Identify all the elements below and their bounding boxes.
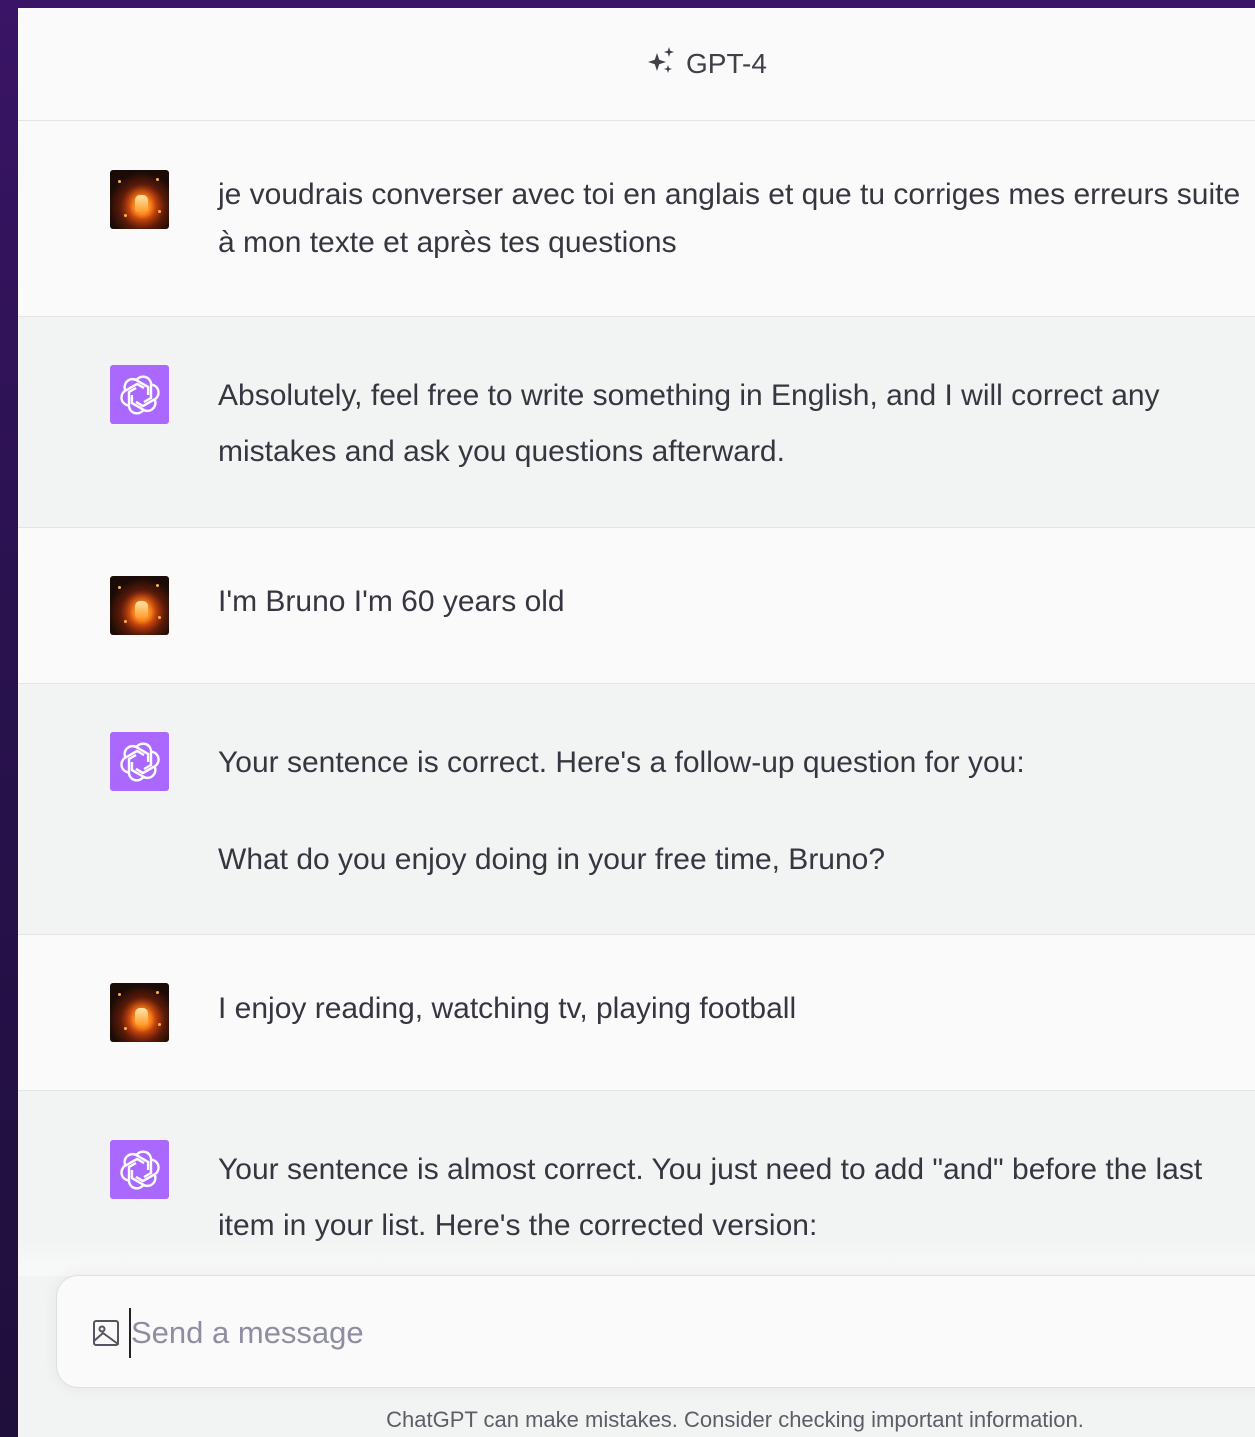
user-avatar xyxy=(110,576,169,635)
chat-header: GPT-4 xyxy=(18,8,1255,121)
message-paragraph: What do you enjoy doing in your free tim… xyxy=(218,843,886,876)
message-text: je voudrais converser avec toi en anglai… xyxy=(218,171,1245,267)
message-row-user: I'm Bruno I'm 60 years old xyxy=(18,528,1255,684)
user-avatar xyxy=(110,170,169,229)
scroll-fade xyxy=(18,1236,1255,1276)
openai-logo-icon xyxy=(110,732,169,791)
message-paragraph: I'm Bruno I'm 60 years old xyxy=(218,585,565,618)
disclaimer-text: ChatGPT can make mistakes. Consider chec… xyxy=(386,1407,1084,1432)
message-text: Your sentence is correct. Here's a follo… xyxy=(218,735,1245,888)
sparkle-icon xyxy=(646,45,678,84)
chat-window: GPT-4 je voudrais converser avec toi en … xyxy=(18,8,1255,1437)
message-composer[interactable] xyxy=(56,1275,1255,1388)
message-paragraph: je voudrais converser avec toi en anglai… xyxy=(218,178,1241,259)
image-icon[interactable] xyxy=(91,1318,121,1348)
message-row-user: I enjoy reading, watching tv, playing fo… xyxy=(18,935,1255,1091)
message-paragraph: Your sentence is correct. Here's a follo… xyxy=(218,746,1025,779)
user-avatar xyxy=(110,983,169,1042)
message-input[interactable] xyxy=(129,1308,1033,1358)
message-row-user: je voudrais converser avec toi en anglai… xyxy=(18,121,1255,317)
message-row-assistant: Absolutely, feel free to write something… xyxy=(18,317,1255,528)
message-row-assistant: Your sentence is correct. Here's a follo… xyxy=(18,684,1255,935)
message-text: Absolutely, feel free to write something… xyxy=(218,368,1245,480)
message-paragraph: Absolutely, feel free to write something… xyxy=(218,379,1160,468)
message-text: I'm Bruno I'm 60 years old xyxy=(218,578,1245,626)
model-selector[interactable]: GPT-4 xyxy=(646,45,767,84)
model-label: GPT-4 xyxy=(686,48,767,79)
message-text: I enjoy reading, watching tv, playing fo… xyxy=(218,985,1245,1033)
openai-logo-icon xyxy=(110,1140,169,1199)
message-paragraph: I enjoy reading, watching tv, playing fo… xyxy=(218,992,797,1025)
openai-logo-icon xyxy=(110,365,169,424)
